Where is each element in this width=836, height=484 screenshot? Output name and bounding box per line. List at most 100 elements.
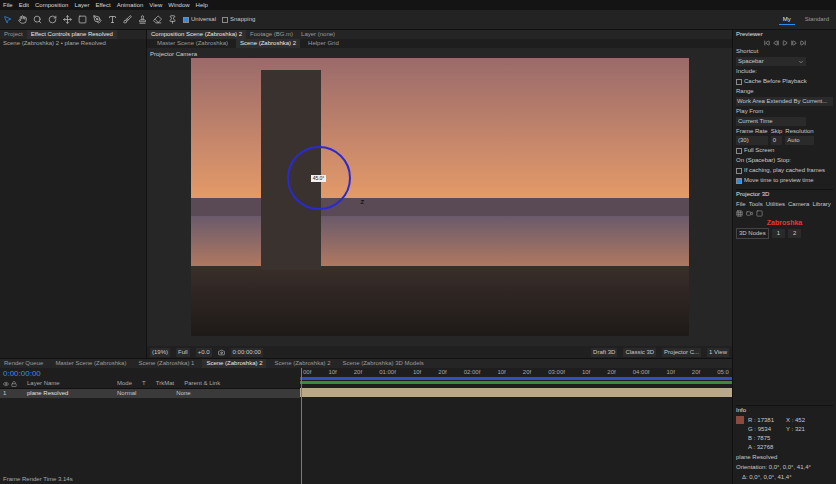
- tool-icon[interactable]: [123, 15, 132, 24]
- stop-checkbox[interactable]: [736, 178, 742, 184]
- projector-field[interactable]: 2: [788, 229, 801, 238]
- composition-tab[interactable]: Composition Scene (Zabroshka) 2: [147, 30, 246, 39]
- tool-icon[interactable]: [153, 15, 162, 24]
- info-title: Info: [736, 405, 833, 415]
- nodes-button[interactable]: 3D Nodes: [736, 228, 769, 239]
- projector-field[interactable]: 1: [772, 229, 785, 238]
- projector-menu-item[interactable]: File: [736, 200, 746, 209]
- viewer[interactable]: Projector Camera45.0°Z: [147, 48, 732, 346]
- right-panel: PreviewerShortcutSpacebarInclude:Cache B…: [732, 30, 836, 484]
- tool-icon[interactable]: [63, 15, 72, 24]
- box-icon[interactable]: [756, 210, 763, 217]
- preview-field[interactable]: Auto: [785, 136, 813, 145]
- projector-menu-item[interactable]: Library: [812, 200, 830, 209]
- timeline-tab[interactable]: Scene (Zabroshka) 1: [134, 359, 198, 368]
- tool-icon[interactable]: [168, 15, 177, 24]
- timeline-tab[interactable]: Scene (Zabroshka) 3D Models: [339, 359, 428, 368]
- panel-tab[interactable]: Effect Controls plane Resolved: [27, 30, 117, 39]
- app-window: File Edit Composition Layer Effect Animation V…: [0, 0, 836, 484]
- menu-item[interactable]: Animation: [117, 1, 144, 10]
- playhead[interactable]: [301, 368, 302, 484]
- timeline-tab[interactable]: Master Scene (Zabroshka): [51, 359, 130, 368]
- video-icon[interactable]: [746, 210, 753, 217]
- layer-row[interactable]: 1plane ResolvedNormalNone: [0, 389, 300, 398]
- toolbar-option[interactable]: Snapping: [222, 15, 255, 24]
- ruler-label: 10f: [582, 368, 590, 377]
- menu-item[interactable]: Layer: [74, 1, 89, 10]
- previewer-checkbox[interactable]: [736, 79, 742, 85]
- shortcut-select[interactable]: Spacebar: [736, 57, 806, 66]
- viewer-control[interactable]: Full: [176, 348, 190, 357]
- lock-icon: [11, 381, 17, 387]
- tool-icon[interactable]: [138, 15, 147, 24]
- ruler-label: 20f: [523, 368, 531, 377]
- projector-menu-item[interactable]: Tools: [749, 200, 763, 209]
- timeline-tab[interactable]: Scene (Zabroshka) 2: [202, 359, 266, 368]
- panel-tab[interactable]: Project: [0, 30, 27, 39]
- viewer-control[interactable]: 0:00:00:00: [231, 348, 263, 357]
- composition-tab[interactable]: Layer (none): [297, 30, 339, 39]
- menu-item[interactable]: Composition: [35, 1, 68, 10]
- timeline-panel: Render Queue Master Scene (Zabroshka) Scen…: [0, 358, 732, 484]
- viewer-control[interactable]: Projector C...: [662, 348, 701, 357]
- ruler-label: 00f: [303, 368, 311, 377]
- ruler-label: 03:00f: [548, 368, 565, 377]
- projector-menu-item[interactable]: Utilities: [766, 200, 785, 209]
- comp-subtab[interactable]: Master Scene (Zabroshka): [153, 39, 232, 48]
- comp-subtab[interactable]: Helper Grid: [304, 39, 343, 48]
- tool-icon[interactable]: [108, 15, 117, 24]
- snapshot-icon[interactable]: [218, 349, 225, 356]
- tool-icon[interactable]: [3, 15, 12, 24]
- toolbar-option[interactable]: Universal: [183, 15, 216, 24]
- menu-item[interactable]: Window: [168, 1, 189, 10]
- prev-frame-icon[interactable]: [773, 40, 779, 46]
- menu-item[interactable]: View: [149, 1, 162, 10]
- info-value: R : 17381: [748, 416, 774, 425]
- last-frame-icon[interactable]: [800, 40, 806, 46]
- preview-field[interactable]: 0: [771, 136, 783, 145]
- preview-field[interactable]: (30): [736, 136, 768, 145]
- comp-subtab[interactable]: Scene (Zabroshka) 2: [236, 39, 300, 48]
- stop-checkbox[interactable]: [736, 168, 742, 174]
- first-frame-icon[interactable]: [764, 40, 770, 46]
- range-select[interactable]: Work Area Extended By Current...: [736, 97, 833, 106]
- info-delta: Δ: 0,0°, 0,0°, 41,4°: [736, 473, 833, 482]
- toolbar-checkbox[interactable]: [222, 17, 228, 23]
- tool-icon[interactable]: [78, 15, 87, 24]
- menu-item[interactable]: File: [3, 1, 13, 10]
- tool-icon[interactable]: [18, 15, 27, 24]
- menu-item[interactable]: Effect: [95, 1, 110, 10]
- info-value: X : 452: [786, 416, 805, 425]
- ruler-label: 04:00f: [633, 368, 650, 377]
- timecode[interactable]: 0:00:00:00: [0, 368, 300, 379]
- rotation-gizmo[interactable]: 45.0°: [287, 146, 351, 210]
- play-from-select[interactable]: Current Time: [736, 117, 806, 126]
- viewer-control[interactable]: +0.0: [196, 348, 212, 357]
- timeline-tab[interactable]: Render Queue: [0, 359, 47, 368]
- composition-tab[interactable]: Footage (BG.m): [246, 30, 297, 39]
- viewer-control[interactable]: 1 View: [707, 348, 729, 357]
- timeline-tab[interactable]: Scene (Zabroshka) 2: [270, 359, 334, 368]
- menu-item[interactable]: Edit: [19, 1, 29, 10]
- menu-item[interactable]: Help: [196, 1, 208, 10]
- viewer-control[interactable]: Draft 3D: [591, 348, 617, 357]
- previewer-title: Previewer: [736, 30, 833, 39]
- grid-icon[interactable]: [736, 210, 743, 217]
- viewer-control[interactable]: (19%): [150, 348, 170, 357]
- workspace-tab[interactable]: Standard: [801, 15, 833, 24]
- tool-icon[interactable]: [93, 15, 102, 24]
- projector-menu-item[interactable]: Camera: [788, 200, 809, 209]
- viewer-control[interactable]: Classic 3D: [623, 348, 656, 357]
- toolbar-checkbox[interactable]: [183, 17, 189, 23]
- composition-panel: Composition Scene (Zabroshka) 2Footage (…: [147, 30, 732, 358]
- workspace-tab[interactable]: My: [779, 15, 795, 25]
- next-frame-icon[interactable]: [791, 40, 797, 46]
- left-panel: ProjectEffect Controls plane ResolvedSce…: [0, 30, 147, 358]
- tool-icon[interactable]: [33, 15, 42, 24]
- info-value: Y : 321: [786, 425, 805, 434]
- play-icon[interactable]: [782, 40, 788, 46]
- full-screen-checkbox[interactable]: [736, 148, 742, 154]
- timeline-track[interactable]: 00f10f20f01:00f10f20f02:00f10f20f03:00f1…: [300, 368, 732, 484]
- info-layer: plane Resolved: [736, 453, 833, 462]
- tool-icon[interactable]: [48, 15, 57, 24]
